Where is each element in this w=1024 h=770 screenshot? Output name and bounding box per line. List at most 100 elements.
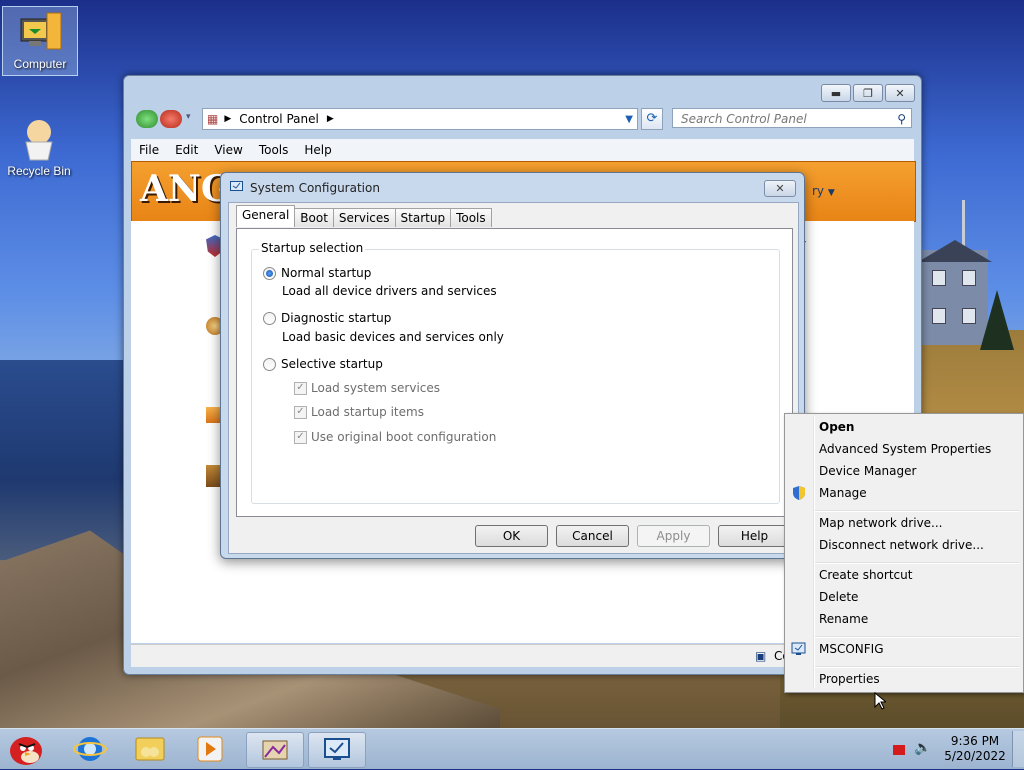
ok-button[interactable]: OK [475, 525, 548, 547]
control-panel-icon: ▦ [207, 112, 219, 126]
diagnostic-startup-label: Diagnostic startup [281, 311, 392, 325]
menu-item-rename[interactable]: Rename [819, 612, 868, 626]
menu-file[interactable]: File [131, 143, 167, 157]
close-button[interactable]: ✕ [885, 84, 915, 102]
normal-startup-option[interactable]: Normal startup [263, 266, 371, 280]
address-bar[interactable]: ▦ ▶ Control Panel ▶ ▼ [202, 108, 638, 130]
menu-item-create-shortcut[interactable]: Create shortcut [819, 568, 912, 582]
menu-separator [815, 562, 1019, 564]
taskbar-folder[interactable] [122, 732, 178, 766]
apply-button[interactable]: Apply [637, 525, 710, 547]
search-input[interactable]: Search Control Panel ⚲ [672, 108, 912, 128]
cancel-button[interactable]: Cancel [556, 525, 629, 547]
menu-separator [815, 666, 1019, 668]
computer-icon [17, 11, 63, 55]
menu-item-disconnect-network-drive[interactable]: Disconnect network drive... [819, 538, 984, 552]
load-startup-items-checkbox[interactable]: ✓ [294, 405, 307, 419]
normal-startup-radio[interactable] [263, 266, 276, 280]
recent-pages-dropdown[interactable]: ▾ [186, 112, 191, 122]
computer-status-icon: ▣ [755, 649, 767, 663]
banner-category-link[interactable]: ry ▼ [812, 184, 835, 198]
dialog-close-button[interactable]: ✕ [764, 180, 796, 197]
menu-item-delete[interactable]: Delete [819, 590, 858, 604]
normal-startup-label: Normal startup [281, 266, 372, 280]
breadcrumb-separator-icon: ▶ [224, 114, 232, 124]
diagnostic-startup-option[interactable]: Diagnostic startup [263, 311, 391, 325]
selective-startup-radio[interactable] [263, 357, 276, 371]
menu-tools[interactable]: Tools [251, 143, 297, 157]
banner-logo: ANG [140, 168, 232, 210]
volume-icon[interactable]: 🔈 [914, 740, 931, 756]
desktop-icon-label: Recycle Bin [7, 164, 71, 178]
normal-startup-description: Load all device drivers and services [282, 284, 497, 298]
use-original-boot-checkbox[interactable]: ✓ [294, 430, 307, 444]
desktop-icon-recycle-bin[interactable]: Recycle Bin [2, 114, 76, 178]
menu-bar: File Edit View Tools Help [131, 139, 914, 161]
load-startup-items-option[interactable]: ✓ Load startup items [294, 405, 424, 419]
dialog-client-area: General Boot Services Startup Tools Star… [228, 202, 799, 554]
dialog-title: System Configuration [250, 181, 380, 195]
msconfig-icon [791, 642, 806, 655]
menu-separator [815, 636, 1019, 638]
search-icon[interactable]: ⚲ [897, 109, 906, 129]
tab-boot[interactable]: Boot [294, 208, 334, 227]
load-system-services-checkbox[interactable]: ✓ [294, 381, 307, 395]
maximize-button[interactable]: ❐ [853, 84, 883, 102]
diagnostic-startup-description: Load basic devices and services only [282, 330, 504, 344]
navigation-bar: ▾ ▦ ▶ Control Panel ▶ ▼ ⟳ Search Control… [134, 107, 914, 131]
context-menu: Open Advanced System Properties Device M… [784, 413, 1024, 693]
window-caption-buttons: ▬ ❐ ✕ [821, 84, 915, 102]
breadcrumb-chevron-icon[interactable]: ▶ [327, 114, 334, 124]
taskbar: 🔈 9:36 PM 5/20/2022 [0, 728, 1024, 769]
use-original-boot-option[interactable]: ✓ Use original boot configuration [294, 430, 496, 444]
minimize-button[interactable]: ▬ [821, 84, 851, 102]
menu-item-open[interactable]: Open [819, 420, 854, 434]
tab-general[interactable]: General [236, 205, 296, 227]
tab-services[interactable]: Services [332, 208, 396, 227]
address-dropdown-icon[interactable]: ▼ [625, 114, 633, 125]
search-placeholder: Search Control Panel [681, 112, 807, 126]
load-system-services-label: Load system services [311, 381, 441, 395]
refresh-button[interactable]: ⟳ [641, 108, 663, 130]
selective-startup-label: Selective startup [281, 357, 383, 371]
tab-tools[interactable]: Tools [450, 208, 492, 227]
action-center-flag-icon[interactable] [893, 745, 905, 755]
menu-item-properties[interactable]: Properties [819, 672, 880, 686]
desktop-icon-computer[interactable]: Computer [2, 6, 78, 76]
angry-bird-start-icon [10, 737, 42, 765]
menu-item-device-manager[interactable]: Device Manager [819, 464, 916, 478]
forward-button[interactable] [160, 110, 182, 128]
menu-help[interactable]: Help [296, 143, 339, 157]
show-desktop-button[interactable] [1012, 731, 1024, 767]
system-configuration-icon [324, 738, 350, 760]
taskbar-media-player[interactable] [182, 732, 238, 766]
general-tab-page: Startup selection Normal startup Load al… [236, 228, 793, 517]
recycle-bin-icon [16, 118, 62, 162]
menu-view[interactable]: View [206, 143, 250, 157]
internet-explorer-icon [73, 737, 107, 761]
clock-time: 9:36 PM [950, 734, 1000, 748]
diagnostic-startup-radio[interactable] [263, 311, 276, 325]
taskbar-internet-explorer[interactable] [62, 732, 118, 766]
back-button[interactable] [136, 110, 158, 128]
menu-item-advanced-system-properties[interactable]: Advanced System Properties [819, 442, 991, 456]
selective-startup-option[interactable]: Selective startup [263, 357, 383, 371]
wallpaper-house [922, 250, 988, 345]
load-system-services-option[interactable]: ✓ Load system services [294, 381, 440, 395]
menu-edit[interactable]: Edit [167, 143, 206, 157]
system-configuration-dialog: System Configuration ✕ General Boot Serv… [220, 172, 805, 559]
system-clock[interactable]: 9:36 PM 5/20/2022 [944, 734, 1006, 764]
taskbar-system-configuration[interactable] [308, 732, 366, 768]
media-player-icon [197, 736, 223, 762]
menu-item-manage[interactable]: Manage [819, 486, 867, 500]
menu-item-map-network-drive[interactable]: Map network drive... [819, 516, 943, 530]
help-button[interactable]: Help [718, 525, 791, 547]
clock-date: 5/20/2022 [944, 749, 1006, 763]
tab-startup[interactable]: Startup [394, 208, 452, 227]
start-button[interactable] [6, 731, 46, 767]
use-original-boot-label: Use original boot configuration [311, 430, 497, 444]
uac-shield-icon [793, 486, 805, 500]
menu-item-msconfig[interactable]: MSCONFIG [819, 642, 884, 656]
breadcrumb[interactable]: Control Panel [239, 112, 319, 126]
taskbar-control-panel[interactable] [246, 732, 304, 768]
